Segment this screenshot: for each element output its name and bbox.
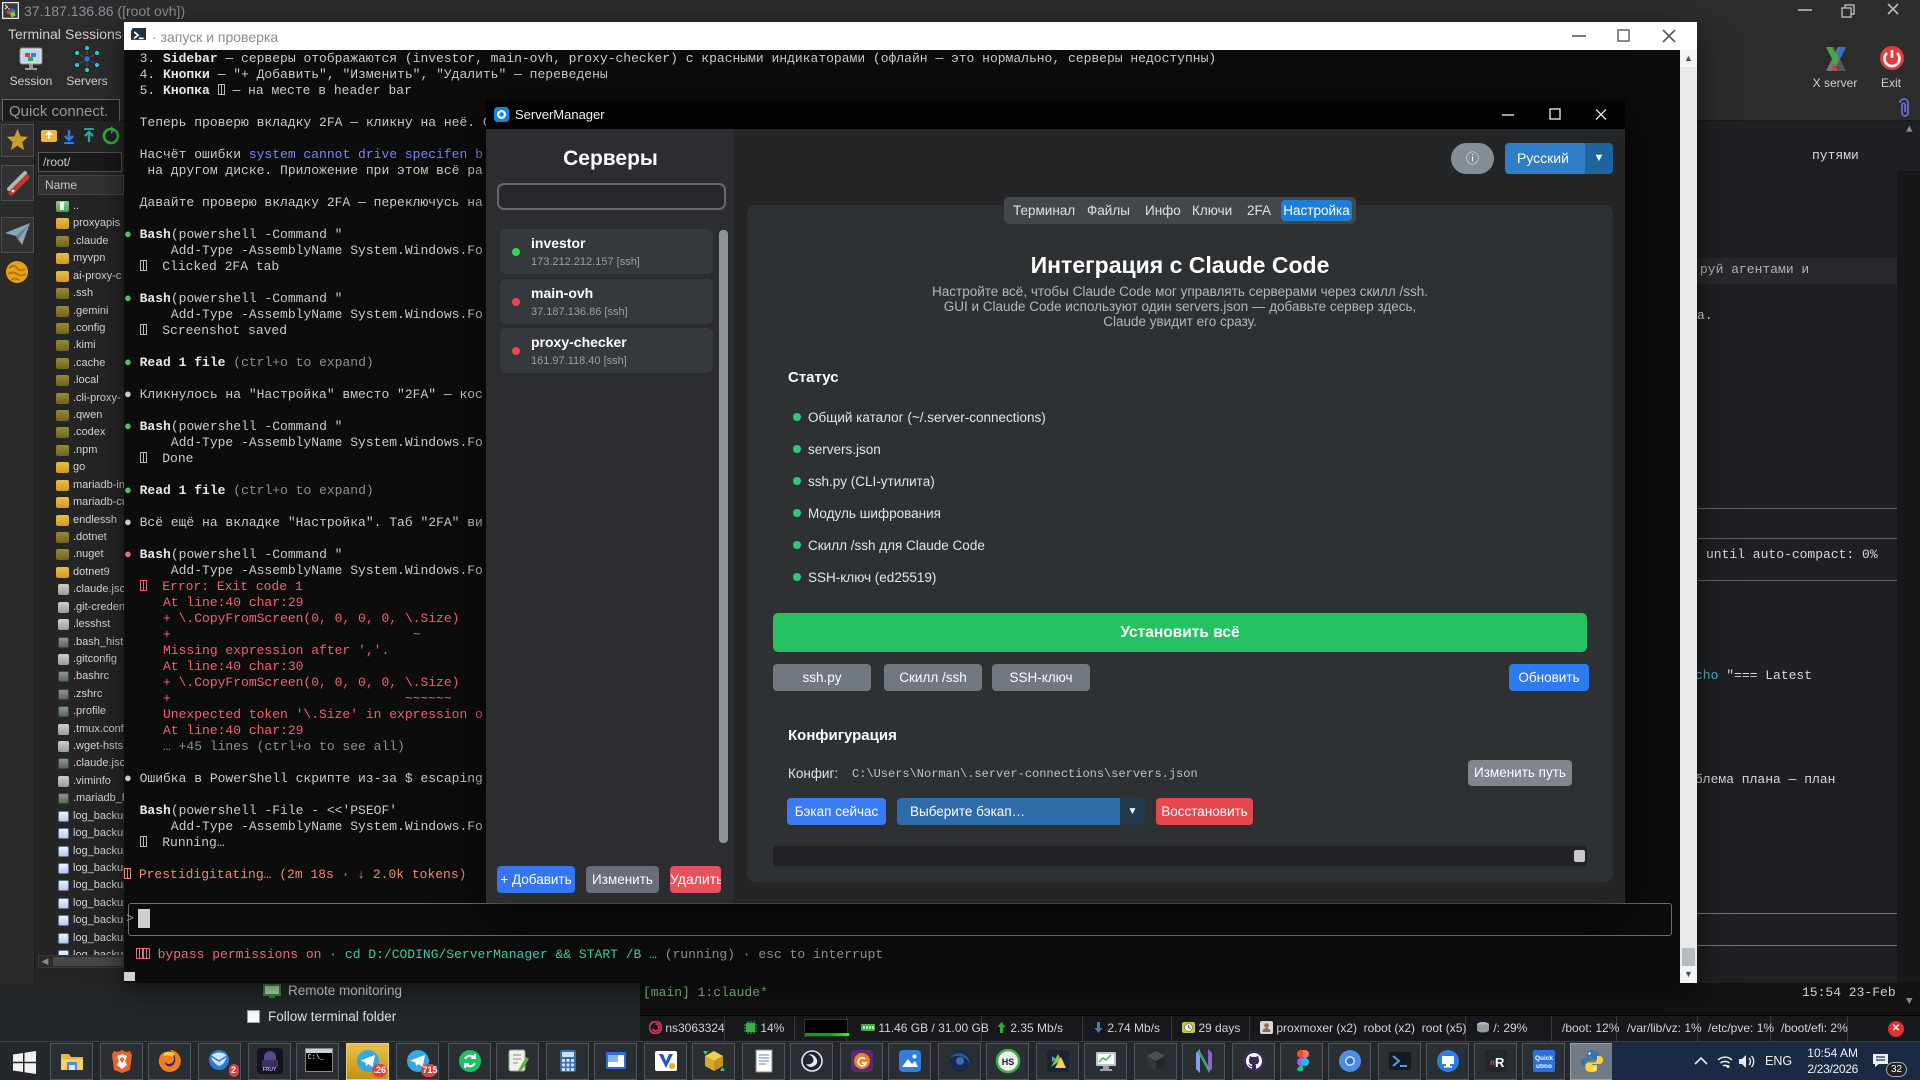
svg-text:R: R	[1495, 1055, 1505, 1070]
svg-text:HS: HS	[1001, 1057, 1014, 1067]
svg-text:utmo: utmo	[1536, 1063, 1552, 1070]
svg-text:Quick: Quick	[1534, 1055, 1552, 1062]
